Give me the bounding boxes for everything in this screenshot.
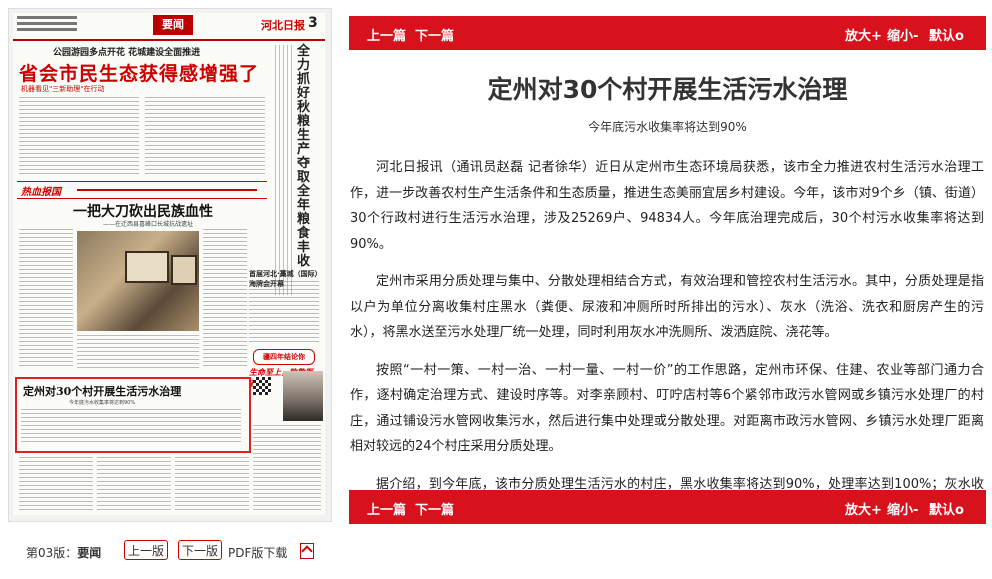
article-toolbar-top: 上一篇 下一篇 放大+ 缩小- 默认o [349, 16, 986, 50]
thumb-text-column [21, 409, 241, 445]
thumb-vertical-headline: 全力抓好秋粮生产 夺取全年粮食丰收 [297, 44, 311, 269]
thumb-feature-photo [77, 231, 199, 331]
page-masthead: 要闻 河北日报 3 [13, 13, 325, 41]
thumb-highlighted-subheadline: 今年底污水收集率将达到90% [69, 400, 136, 406]
thumb-sidebar-logo: 疆四年结论你 [253, 349, 315, 365]
prev-article-link[interactable]: 上一篇 [367, 499, 406, 518]
thumb-text-column [77, 335, 199, 371]
thumb-small-headline[interactable]: 公园游园多点开花 花城建设全面推进 [53, 45, 200, 58]
thumb-text-column [253, 425, 321, 513]
feature-banner-logo: 热血报国 [21, 187, 61, 198]
newspaper-page-thumbnail[interactable]: 要闻 河北日报 3 公园游园多点开花 花城建设全面推进 省会市民生态获得感增强了… [8, 8, 332, 522]
thumb-main-headline[interactable]: 省会市民生态获得感增强了 [19, 59, 259, 86]
thumb-vertical-article[interactable]: 全力抓好秋粮生产 夺取全年粮食丰收 [275, 45, 323, 295]
zoom-default-button[interactable]: 默认o [929, 499, 964, 518]
thumb-feature-subheadline: ——在迁西县喜峰口长城抗战遗址 [103, 221, 194, 228]
photo-frame [171, 255, 197, 285]
thumb-feature-headline[interactable]: 一把大刀砍出民族血性 [73, 201, 213, 221]
prev-article-link[interactable]: 上一篇 [367, 25, 406, 44]
thumb-red-subline: 机器看见"三新助理"在行动 [21, 85, 105, 93]
page-navigation: 第03版：要闻 上一版 下一版 PDF版下载 [22, 535, 320, 569]
thumb-text-column [203, 229, 247, 369]
article-paragraph: 定州市采用分质处理与集中、分散处理相结合方式，有效治理和管控农村生活污水。其中，… [350, 274, 984, 340]
next-article-link[interactable]: 下一篇 [415, 499, 454, 518]
article-paragraph: 按照“一村一策、一村一治、一村一量、一村一价”的工作思路，定州市环保、住建、农业… [350, 362, 984, 455]
thumb-text-column [97, 457, 171, 513]
thumb-text-column [275, 45, 295, 295]
zoom-default-button[interactable]: 默认o [929, 25, 964, 44]
masthead-page-number: 3 [308, 15, 318, 31]
article-body: 河北日报讯（通讯员赵磊 记者徐华）近日从定州市生态环境局获悉，该市全力推进农村生… [350, 155, 984, 535]
zoom-in-button[interactable]: 放大+ [845, 25, 882, 44]
masthead-section: 要闻 [153, 15, 193, 35]
zoom-in-button[interactable]: 放大+ [845, 499, 882, 518]
masthead-logo: 河北日报 [261, 19, 305, 32]
thumb-text-column [19, 229, 73, 369]
article-subtitle: 今年底污水收集率将达到90% [588, 120, 747, 134]
zoom-out-button[interactable]: 缩小- [887, 499, 918, 518]
thumb-text-column [145, 97, 265, 177]
thumb-portrait-photo [283, 371, 323, 421]
thumb-text-column [249, 281, 319, 345]
page-label: 第03版：要闻 [26, 546, 102, 560]
next-article-link[interactable]: 下一篇 [415, 25, 454, 44]
article-toolbar-bottom: 上一篇 下一篇 放大+ 缩小- 默认o [349, 490, 986, 524]
pdf-icon[interactable] [300, 543, 314, 559]
zoom-out-button[interactable]: 缩小- [887, 25, 918, 44]
photo-frame [125, 251, 169, 283]
next-page-button[interactable]: 下一版 [178, 540, 223, 560]
thumb-text-column [175, 457, 249, 513]
pdf-download-link[interactable]: PDF版下载 [228, 544, 287, 561]
article-title: 定州对30个村开展生活污水治理 [487, 75, 848, 104]
banner-rule [77, 189, 257, 191]
thumb-highlighted-headline[interactable]: 定州对30个村开展生活污水治理 [23, 383, 181, 399]
thumb-feature-banner: 热血报国 [17, 181, 267, 199]
prev-page-button[interactable]: 上一版 [124, 540, 169, 560]
masthead-date-block [17, 16, 77, 34]
page-name: 要闻 [77, 546, 102, 560]
article-paragraph: 河北日报讯（通讯员赵磊 记者徐华）近日从定州市生态环境局获悉，该市全力推进农村生… [350, 160, 984, 252]
qr-code-icon [253, 377, 271, 395]
thumb-text-column [19, 97, 139, 177]
thumb-text-column [19, 457, 93, 513]
thumb-sidebar[interactable]: 首届河北·藁城（国际）海牌会开幕 疆四年结论你 生命至上，致敬医者 [249, 269, 321, 388]
newspaper-page-image: 要闻 河北日报 3 公园游园多点开花 花城建设全面推进 省会市民生态获得感增强了… [13, 13, 325, 515]
